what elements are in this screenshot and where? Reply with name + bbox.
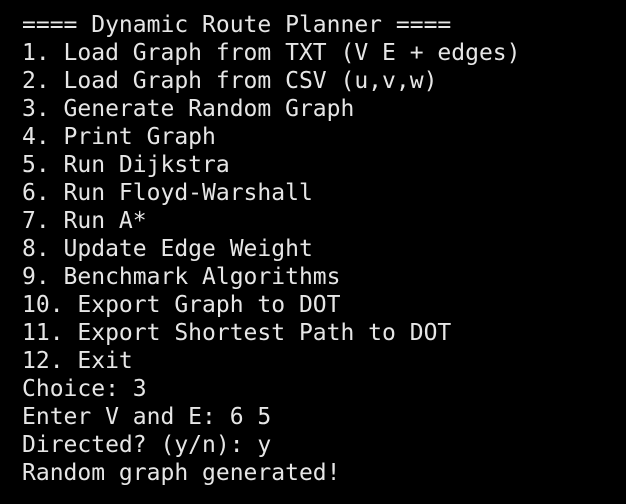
directed-prompt: Directed? (y/n): y bbox=[22, 432, 272, 458]
status-message: Random graph generated! bbox=[22, 460, 341, 486]
vertices-edges-prompt: Enter V and E: 6 5 bbox=[22, 404, 272, 430]
menu-title: ==== Dynamic Route Planner ==== bbox=[22, 12, 452, 38]
menu-option-random-graph: 3. Generate Random Graph bbox=[22, 96, 355, 122]
menu-option-load-txt: 1. Load Graph from TXT (V E + edges) bbox=[22, 40, 521, 66]
menu-option-astar: 7. Run A* bbox=[22, 208, 147, 234]
menu-option-print-graph: 4. Print Graph bbox=[22, 124, 216, 150]
terminal-window[interactable]: ==== Dynamic Route Planner ==== 1. Load … bbox=[0, 0, 626, 504]
menu-option-update-edge: 8. Update Edge Weight bbox=[22, 236, 313, 262]
menu-option-export-graph: 10. Export Graph to DOT bbox=[22, 292, 341, 318]
menu-option-dijkstra: 5. Run Dijkstra bbox=[22, 152, 230, 178]
choice-prompt: Choice: 3 bbox=[22, 376, 147, 402]
menu-option-export-path: 11. Export Shortest Path to DOT bbox=[22, 320, 452, 346]
menu-option-exit: 12. Exit bbox=[22, 348, 133, 374]
menu-option-floyd-warshall: 6. Run Floyd-Warshall bbox=[22, 180, 313, 206]
menu-option-benchmark: 9. Benchmark Algorithms bbox=[22, 264, 341, 290]
menu-option-load-csv: 2. Load Graph from CSV (u,v,w) bbox=[22, 68, 438, 94]
